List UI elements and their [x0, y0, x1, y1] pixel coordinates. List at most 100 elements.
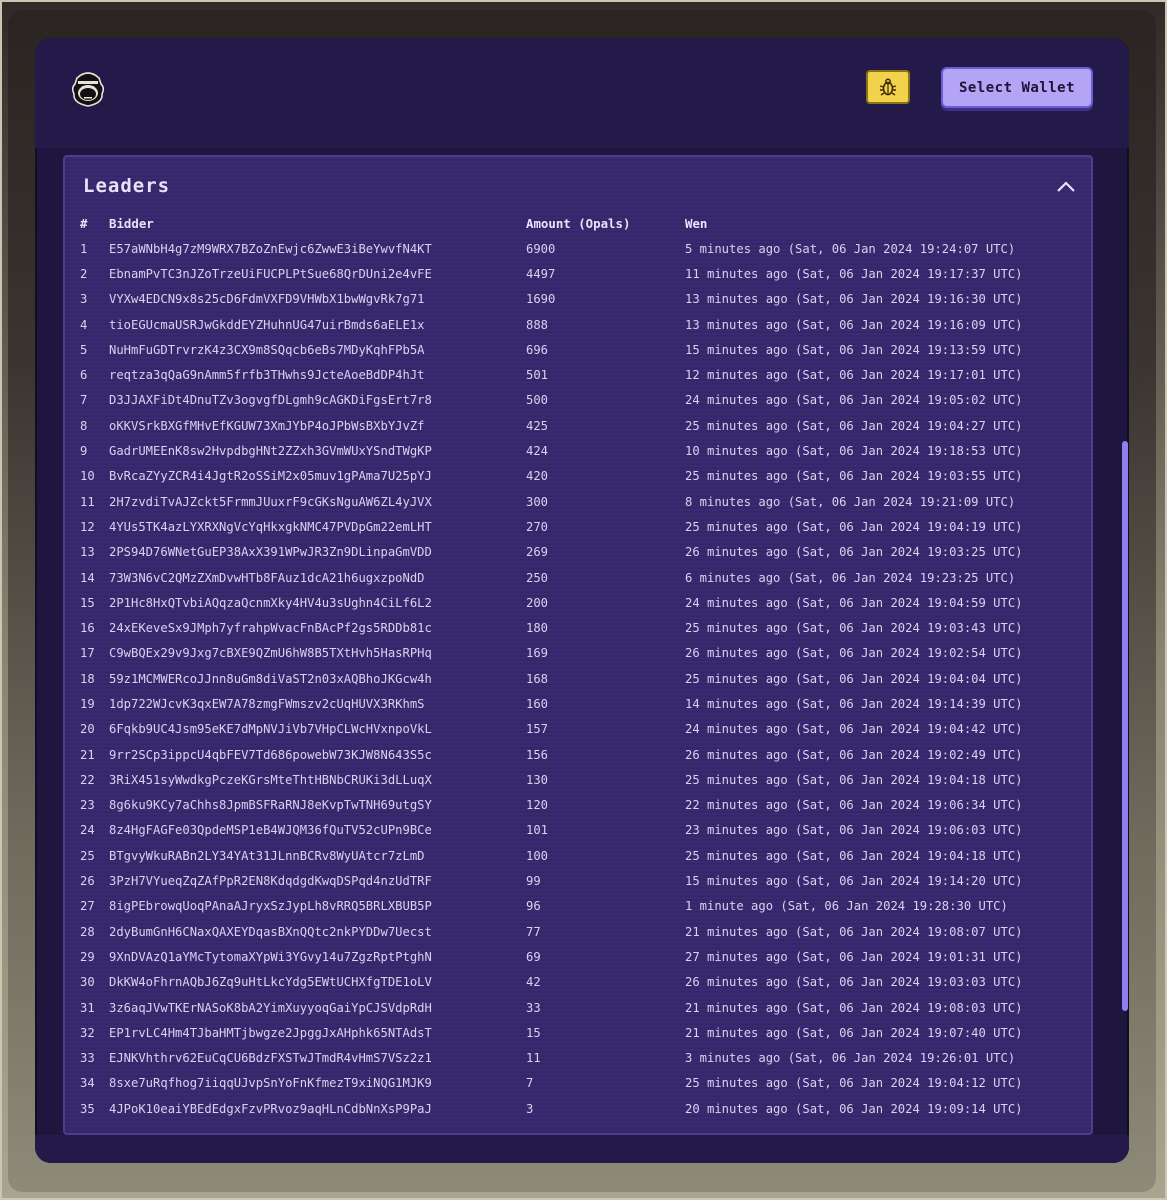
- cell-amount: 270: [526, 519, 549, 534]
- cell-rank: 27: [80, 899, 95, 914]
- cell-bidder: 2dyBumGnH6CNaxQAXEYDqasBXnQQtc2nkPYDDw7U…: [109, 924, 432, 939]
- cell-bidder: 24xEKeveSx9JMph7yfrahpWvacFnBAcPf2gs5RDD…: [109, 621, 432, 636]
- cell-amount: 101: [526, 823, 549, 838]
- cell-amount: 888: [526, 317, 549, 332]
- table-row: 2 EbnamPvTC3nJZoTrzeUiFUCPLPtSue68QrDUni2…: [80, 261, 1075, 286]
- gorilla-logo-icon[interactable]: [69, 68, 107, 108]
- cell-wen: 24 minutes ago (Sat, 06 Jan 2024 19:04:5…: [685, 595, 1023, 610]
- cell-amount: 42: [526, 975, 541, 990]
- cell-bidder: 6Fqkb9UC4Jsm95eKE7dMpNVJiVb7VHpCLWcHVxnp…: [109, 722, 432, 737]
- cell-wen: 21 minutes ago (Sat, 06 Jan 2024 19:07:4…: [685, 1025, 1023, 1040]
- cell-wen: 25 minutes ago (Sat, 06 Jan 2024 19:03:4…: [685, 621, 1023, 636]
- table-row: 16 24xEKeveSx9JMph7yfrahpWvacFnBAcPf2gs5R…: [80, 615, 1075, 640]
- cell-amount: 420: [526, 469, 549, 484]
- cell-wen: 25 minutes ago (Sat, 06 Jan 2024 19:04:1…: [685, 772, 1023, 787]
- cell-amount: 501: [526, 368, 549, 383]
- cell-amount: 269: [526, 545, 549, 560]
- cell-amount: 156: [526, 747, 549, 762]
- column-header-bidder: Bidder: [109, 216, 154, 231]
- cell-rank: 8: [80, 418, 88, 433]
- cell-rank: 34: [80, 1076, 95, 1091]
- table-row: 12 4YUs5TK4azLYXRXNgVcYqHkxgkNMC47PVDpGm2…: [80, 514, 1075, 539]
- leaders-table-body: 1 E57aWNbH4g7zM9WRX7BZoZnEwjc6ZwwE3iBeYwv…: [80, 236, 1075, 1121]
- cell-wen: 5 minutes ago (Sat, 06 Jan 2024 19:24:07…: [685, 241, 1016, 256]
- cell-amount: 160: [526, 696, 549, 711]
- cell-wen: 21 minutes ago (Sat, 06 Jan 2024 19:08:0…: [685, 1000, 1023, 1015]
- scrollbar-thumb[interactable]: [1122, 441, 1128, 1011]
- panel-title: Leaders: [83, 175, 171, 197]
- table-row: 25 BTgvyWkuRABn2LY34YAt31JLnnBCRv8WyUAtcr…: [80, 843, 1075, 868]
- cell-rank: 30: [80, 975, 95, 990]
- chevron-up-icon: [1057, 181, 1075, 192]
- cell-bidder: oKKVSrkBXGfMHvEfKGUW73XmJYbP4oJPbWsBXbYJ…: [109, 418, 425, 433]
- cell-wen: 11 minutes ago (Sat, 06 Jan 2024 19:17:3…: [685, 266, 1023, 281]
- cell-amount: 100: [526, 848, 549, 863]
- cell-amount: 1690: [526, 292, 556, 307]
- cell-wen: 26 minutes ago (Sat, 06 Jan 2024 19:02:5…: [685, 646, 1023, 661]
- cell-bidder: tioEGUcmaUSRJwGkddEYZHuhnUG47uirBmds6aEL…: [109, 317, 425, 332]
- cell-bidder: BTgvyWkuRABn2LY34YAt31JLnnBCRv8WyUAtcr7z…: [109, 848, 425, 863]
- table-row: 27 8igPEbrowqUoqPAnaAJryxSzJypLh8vRRQ5BRL…: [80, 894, 1075, 919]
- cell-amount: 424: [526, 444, 549, 459]
- table-row: 24 8z4HgFAGFe03QpdeMSP1eB4WJQM36fQuTV52cU…: [80, 818, 1075, 843]
- cell-bidder: 4YUs5TK4azLYXRXNgVcYqHkxgkNMC47PVDpGm22e…: [109, 519, 432, 534]
- cell-bidder: 4JPoK10eaiYBEdEdgxFzvPRvoz9aqHLnCdbNnXsP…: [109, 1101, 432, 1116]
- cell-bidder: C9wBQEx29v9Jxg7cBXE9QZmU6hW8B5TXtHvh5Has…: [109, 646, 432, 661]
- table-row: 13 2PS94D76WNetGuEP38AxX391WPwJR3Zn9DLinp…: [80, 540, 1075, 565]
- cell-wen: 15 minutes ago (Sat, 06 Jan 2024 19:13:5…: [685, 342, 1023, 357]
- cell-rank: 9: [80, 444, 88, 459]
- cell-amount: 120: [526, 798, 549, 813]
- cell-wen: 25 minutes ago (Sat, 06 Jan 2024 19:04:2…: [685, 418, 1023, 433]
- cell-wen: 13 minutes ago (Sat, 06 Jan 2024 19:16:3…: [685, 292, 1023, 307]
- table-row: 7 D3JJAXFiDt4DnuTZv3ogvgfDLgmh9cAGKDiFgsE…: [80, 388, 1075, 413]
- cell-amount: 200: [526, 595, 549, 610]
- cell-wen: 25 minutes ago (Sat, 06 Jan 2024 19:04:1…: [685, 519, 1023, 534]
- cell-bidder: EbnamPvTC3nJZoTrzeUiFUCPLPtSue68QrDUni2e…: [109, 266, 432, 281]
- table-row: 34 8sxe7uRqfhog7iiqqUJvpSnYoFnKfmezT9xiNQ…: [80, 1071, 1075, 1096]
- table-row: 14 73W3N6vC2QMzZXmDvwHTb8FAuz1dcA21h6ugxz…: [80, 565, 1075, 590]
- cell-bidder: 3z6aqJVwTKErNASoK8bA2YimXuyyoqGaiYpCJSVd…: [109, 1000, 432, 1015]
- cell-bidder: 9rr2SCp3ippcU4qbFEV7Td686powebW73KJW8N64…: [109, 747, 432, 762]
- table-row: 21 9rr2SCp3ippcU4qbFEV7Td686powebW73KJW8N…: [80, 742, 1075, 767]
- cell-rank: 17: [80, 646, 95, 661]
- cell-rank: 2: [80, 266, 88, 281]
- cell-bidder: GadrUMEEnK8sw2HvpdbgHNt2ZZxh3GVmWUxYSndT…: [109, 444, 432, 459]
- select-wallet-button[interactable]: Select Wallet: [941, 67, 1093, 108]
- table-row: 30 DkKW4oFhrnAQbJ6Zq9uHtLkcYdg5EWtUCHXfgT…: [80, 970, 1075, 995]
- bug-report-button[interactable]: [866, 70, 910, 104]
- cell-amount: 77: [526, 924, 541, 939]
- cell-amount: 500: [526, 393, 549, 408]
- cell-wen: 27 minutes ago (Sat, 06 Jan 2024 19:01:3…: [685, 949, 1023, 964]
- table-row: 3 VYXw4EDCN9x8s25cD6FdmVXFD9VHWbX1bwWgvRk…: [80, 287, 1075, 312]
- table-row: 4 tioEGUcmaUSRJwGkddEYZHuhnUG47uirBmds6aE…: [80, 312, 1075, 337]
- cell-amount: 6900: [526, 241, 556, 256]
- cell-wen: 25 minutes ago (Sat, 06 Jan 2024 19:04:1…: [685, 848, 1023, 863]
- table-row: 11 2H7zvdiTvAJZckt5FrmmJUuxrF9cGKsNguAW6Z…: [80, 489, 1075, 514]
- cell-wen: 26 minutes ago (Sat, 06 Jan 2024 19:02:4…: [685, 747, 1023, 762]
- table-row: 20 6Fqkb9UC4Jsm95eKE7dMpNVJiVb7VHpCLWcHVx…: [80, 717, 1075, 742]
- table-row: 32 EP1rvLC4Hm4TJbaHMTjbwgze2JpggJxAHphk65…: [80, 1020, 1075, 1045]
- cell-amount: 15: [526, 1025, 541, 1040]
- cell-amount: 99: [526, 874, 541, 889]
- table-row: 29 9XnDVAzQ1aYMcTytomaXYpWi3YGvy14u7ZgzRp…: [80, 944, 1075, 969]
- cell-rank: 7: [80, 393, 88, 408]
- cell-rank: 11: [80, 494, 95, 509]
- cell-wen: 12 minutes ago (Sat, 06 Jan 2024 19:17:0…: [685, 368, 1023, 383]
- cell-amount: 425: [526, 418, 549, 433]
- cell-rank: 13: [80, 545, 95, 560]
- bug-icon: [879, 78, 897, 96]
- cell-wen: 24 minutes ago (Sat, 06 Jan 2024 19:05:0…: [685, 393, 1023, 408]
- cell-amount: 11: [526, 1051, 541, 1066]
- cell-rank: 25: [80, 848, 95, 863]
- cell-rank: 31: [80, 1000, 95, 1015]
- cell-wen: 8 minutes ago (Sat, 06 Jan 2024 19:21:09…: [685, 494, 1016, 509]
- cell-wen: 15 minutes ago (Sat, 06 Jan 2024 19:14:2…: [685, 874, 1023, 889]
- cell-bidder: 1dp722WJcvK3qxEW7A78zmgFWmszv2cUqHUVX3RK…: [109, 696, 425, 711]
- cell-bidder: reqtza3qQaG9nAmm5frfb3THwhs9JcteAoeBdDP4…: [109, 368, 425, 383]
- app-header: Select Wallet: [35, 38, 1129, 148]
- cell-amount: 69: [526, 949, 541, 964]
- cell-amount: 7: [526, 1076, 534, 1091]
- cell-bidder: VYXw4EDCN9x8s25cD6FdmVXFD9VHWbX1bwWgvRk7…: [109, 292, 425, 307]
- cell-wen: 6 minutes ago (Sat, 06 Jan 2024 19:23:25…: [685, 570, 1016, 585]
- collapse-button[interactable]: [1055, 177, 1077, 195]
